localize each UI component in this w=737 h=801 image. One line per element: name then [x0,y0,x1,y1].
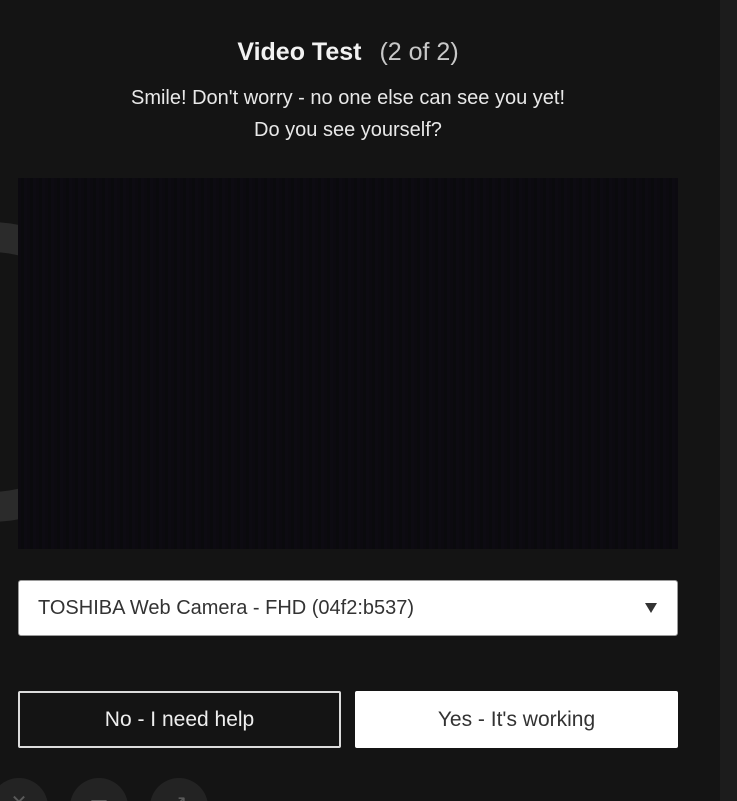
share-icon[interactable]: ↗ [150,778,208,801]
chevron-down-icon [645,603,657,613]
video-icon[interactable]: ▭ [70,778,128,801]
title-text: Video Test [237,38,362,66]
message-line-2: Do you see yourself? [254,119,442,141]
camera-select[interactable]: TOSHIBA Web Camera - FHD (04f2:b537) [18,580,678,636]
yes-working-button[interactable]: Yes - It's working [355,691,678,748]
dialog-message: Smile! Don't worry - no one else can see… [0,82,696,146]
video-test-dialog: Video Test (2 of 2) Smile! Don't worry - … [0,0,737,801]
scrollbar-track [720,0,737,801]
dialog-header: Video Test (2 of 2) Smile! Don't worry - … [0,34,696,146]
no-need-help-button[interactable]: No - I need help [18,691,341,748]
message-line-1: Smile! Don't worry - no one else can see… [130,87,566,109]
step-indicator: (2 of 2) [379,38,459,66]
dialog-title: Video Test (2 of 2) [0,34,696,70]
camera-select-value: TOSHIBA Web Camera - FHD (04f2:b537) [38,596,415,619]
mic-off-icon[interactable]: ✕ [0,778,48,801]
video-preview [18,178,678,549]
